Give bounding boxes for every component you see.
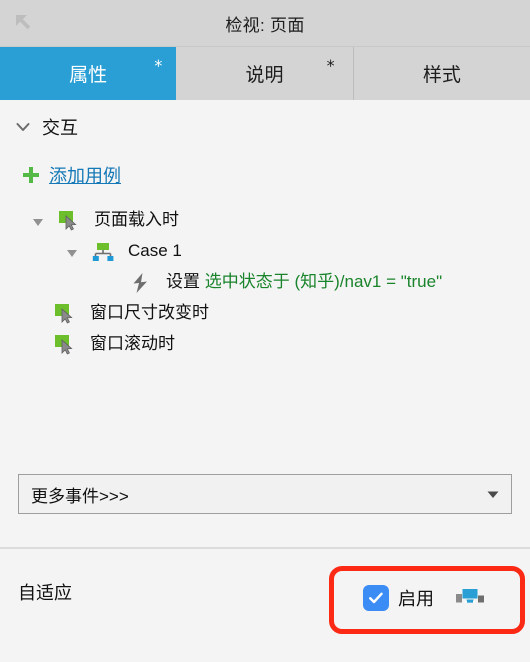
add-case-link[interactable]: 添加用例 — [49, 162, 121, 188]
tab-style-label: 样式 — [422, 65, 461, 86]
adaptive-label: 自适应 — [18, 583, 72, 603]
tab-properties-modified-mark: * — [154, 56, 163, 75]
interactions-panel: 交互 添加用例 页面载入时 Case 1 设置 选中状态于 (知乎)/nav1 … — [0, 100, 530, 547]
plus-icon[interactable] — [22, 166, 40, 184]
event-cursor-icon — [58, 210, 80, 232]
tab-bar: 属性 * 说明 * 样式 — [0, 47, 530, 100]
add-case-row[interactable]: 添加用例 — [0, 140, 530, 188]
more-events-dropdown-label: 更多事件>>> — [31, 486, 129, 506]
tab-notes-label: 说明 — [245, 65, 284, 86]
tree-row-window-resize[interactable]: 窗口尺寸改变时 — [0, 301, 530, 332]
tab-notes[interactable]: 说明 * — [176, 47, 354, 100]
tab-properties[interactable]: 属性 * — [0, 47, 177, 100]
tree-row-window-resize-label: 窗口尺寸改变时 — [90, 303, 209, 322]
tree-row-window-scroll-label: 窗口滚动时 — [90, 334, 175, 353]
dropdown-caret-icon[interactable] — [486, 487, 500, 501]
action-description: 设置 选中状态于 (知乎)/nav1 = "true" — [166, 270, 442, 294]
adaptive-enable-label: 启用 — [398, 589, 434, 609]
tree-row-case-1-label: Case 1 — [128, 241, 182, 260]
action-target: 选中状态于 (知乎)/nav1 = "true" — [204, 272, 443, 291]
event-cursor-icon — [54, 334, 76, 356]
tab-notes-modified-mark: * — [326, 56, 335, 75]
tab-properties-label: 属性 — [69, 65, 108, 86]
more-events-dropdown-wrap: 更多事件>>> — [18, 474, 512, 514]
tree-row-page-load[interactable]: 页面载入时 — [0, 208, 530, 239]
interactions-section-header[interactable]: 交互 — [0, 100, 530, 140]
tree-row-case-1[interactable]: Case 1 — [0, 239, 530, 270]
tree-row-action-set-selected[interactable]: 设置 选中状态于 (知乎)/nav1 = "true" — [0, 270, 530, 301]
tree-row-window-scroll[interactable]: 窗口滚动时 — [0, 332, 530, 363]
tab-style[interactable]: 样式 — [353, 47, 530, 100]
window-title: 检视: 页面 — [225, 16, 305, 35]
triangle-down-icon[interactable] — [64, 245, 80, 261]
adaptive-enable-checkbox[interactable] — [363, 585, 389, 611]
adaptive-enable-group: 启用 — [363, 585, 484, 611]
case-sitemap-icon — [92, 241, 114, 263]
chevron-down-icon[interactable] — [14, 118, 32, 136]
triangle-down-icon[interactable] — [30, 214, 46, 230]
event-cursor-icon — [54, 303, 76, 325]
interactions-section-title: 交互 — [42, 118, 78, 138]
tree-row-page-load-label: 页面载入时 — [94, 210, 179, 229]
more-events-dropdown[interactable]: 更多事件>>> — [18, 474, 512, 514]
inspector-panel: 检视: 页面 属性 * 说明 * 样式 交互 添加用例 页面载入时 Case 1… — [0, 0, 530, 662]
lightning-bolt-icon — [130, 272, 152, 294]
titlebar: 检视: 页面 — [0, 0, 530, 47]
action-prefix: 设置 — [166, 272, 205, 291]
adaptive-views-icon[interactable] — [456, 588, 484, 608]
interaction-tree: 页面载入时 Case 1 设置 选中状态于 (知乎)/nav1 = "true"… — [0, 208, 530, 363]
